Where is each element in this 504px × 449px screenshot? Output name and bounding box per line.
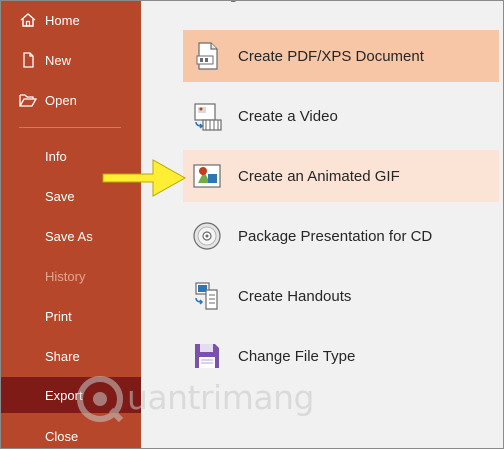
open-folder-icon (19, 92, 38, 108)
new-file-icon (19, 52, 37, 68)
export-option-handouts[interactable]: Create Handouts (183, 270, 499, 322)
sidebar-item-label: Save (45, 188, 75, 204)
cropped-heading-fragment (230, 1, 237, 2)
sidebar-item-open[interactable]: Open (1, 85, 141, 115)
backstage-window: Home New Open Info Save Save As History (0, 0, 504, 449)
sidebar-item-save-as[interactable]: Save As (1, 221, 141, 251)
sidebar-item-label: Close (45, 428, 79, 444)
sidebar-item-label: History (45, 268, 86, 284)
sidebar-item-label: Home (45, 12, 80, 28)
handouts-icon (191, 280, 223, 312)
video-icon (191, 100, 223, 132)
watermark: uantrimang (75, 369, 314, 429)
sidebar-item-label: Save As (45, 228, 93, 244)
annotation-arrow-icon (102, 159, 187, 197)
sidebar-item-label: New (45, 52, 72, 68)
pdf-document-icon (191, 40, 223, 72)
sidebar-item-home[interactable]: Home (1, 5, 141, 35)
export-option-label: Create PDF/XPS Document (238, 47, 424, 65)
export-option-label: Create an Animated GIF (238, 167, 400, 185)
sidebar-item-label: Open (45, 92, 77, 108)
export-option-label: Package Presentation for CD (238, 227, 433, 245)
watermark-logo-icon (77, 376, 124, 423)
sidebar-item-new[interactable]: New (1, 45, 141, 75)
export-option-label: Create a Video (238, 107, 338, 125)
sidebar-item-history: History (1, 261, 141, 291)
animated-gif-icon (191, 160, 223, 192)
sidebar-item-share[interactable]: Share (1, 341, 141, 371)
save-floppy-icon (191, 340, 223, 372)
sidebar-item-label: Print (45, 308, 72, 324)
watermark-text: uantrimang (127, 378, 314, 417)
sidebar-item-label: Info (45, 148, 67, 164)
sidebar-divider (19, 127, 121, 128)
export-option-label: Create Handouts (238, 287, 352, 305)
export-option-video[interactable]: Create a Video (183, 90, 499, 142)
sidebar-item-label: Share (45, 348, 80, 364)
export-option-package-cd[interactable]: Package Presentation for CD (183, 210, 499, 262)
export-option-pdf-xps[interactable]: Create PDF/XPS Document (183, 30, 499, 82)
export-option-label: Change File Type (238, 347, 356, 365)
home-icon (19, 12, 37, 28)
export-option-animated-gif[interactable]: Create an Animated GIF (183, 150, 499, 202)
cd-icon (191, 220, 223, 252)
sidebar-item-print[interactable]: Print (1, 301, 141, 331)
